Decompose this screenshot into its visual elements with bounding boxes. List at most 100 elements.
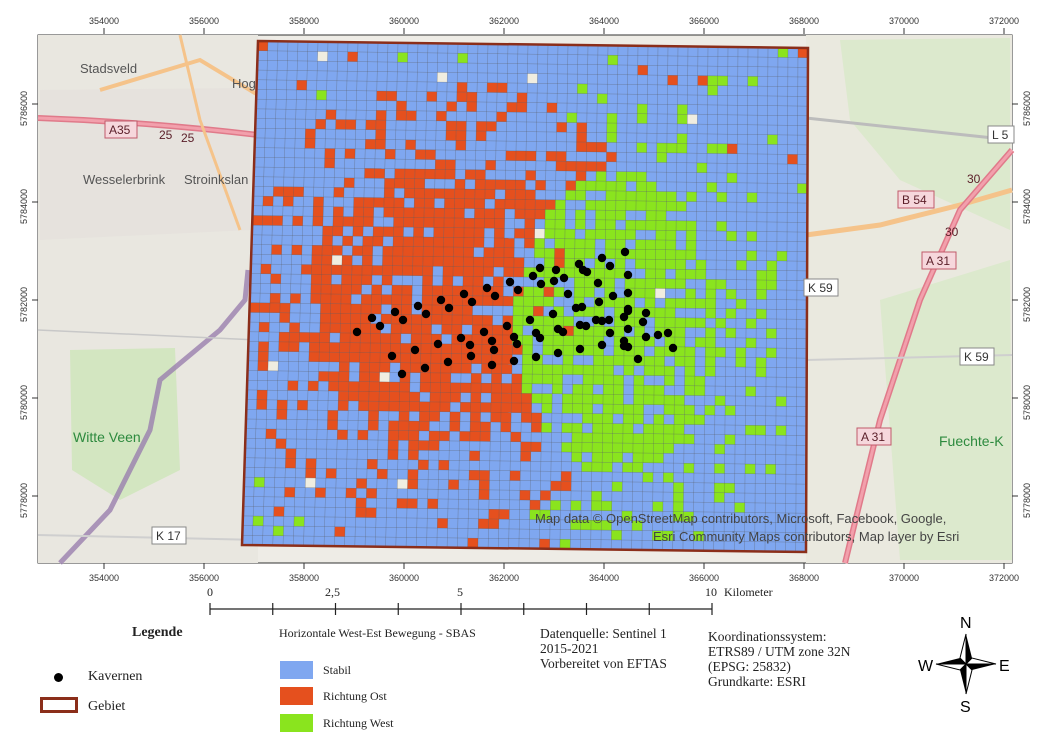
grid-cell	[413, 207, 425, 218]
grid-cell	[269, 293, 281, 304]
grid-cell	[597, 93, 608, 104]
grid-cell	[392, 236, 404, 247]
grid-cell	[479, 480, 490, 490]
grid-cell	[443, 256, 454, 267]
grid-cell	[695, 298, 706, 309]
grid-cell	[402, 246, 414, 257]
grid-cell	[465, 169, 476, 180]
grid-cell	[704, 405, 715, 416]
grid-cell	[339, 361, 350, 372]
grid-cell	[480, 402, 491, 413]
grid-cell	[258, 341, 269, 352]
grid-cell	[442, 276, 453, 286]
grid-cell	[451, 324, 463, 335]
grid-cell	[705, 289, 716, 299]
grid-cell	[636, 191, 647, 202]
grid-cell	[408, 440, 419, 451]
attribution-line1: Map data © OpenStreetMap contributors, M…	[535, 511, 946, 526]
grid-cell	[745, 425, 756, 436]
source-line1: Datenquelle: Sentinel 1	[540, 626, 667, 641]
grid-cell	[645, 268, 656, 279]
grid-cell	[665, 298, 676, 309]
grid-cell	[486, 121, 497, 132]
grid-cell	[381, 294, 392, 305]
y-tick-label-left: 5782000	[19, 287, 29, 322]
grid-cell	[484, 218, 495, 229]
grid-cell	[592, 442, 603, 453]
kaverne-point	[420, 363, 430, 373]
grid-cell	[355, 497, 367, 508]
grid-cell	[421, 295, 433, 305]
grid-cell	[404, 168, 416, 179]
grid-cell	[385, 149, 396, 160]
grid-cell	[535, 180, 546, 191]
source-line3: Vorbereitet von EFTAS	[540, 656, 667, 671]
grid-cell	[308, 351, 320, 362]
grid-cell	[351, 284, 362, 295]
grid-cell	[474, 218, 485, 229]
grid-cell	[685, 288, 696, 299]
grid-cell	[408, 421, 420, 431]
grid-cell	[451, 314, 463, 325]
grid-cell	[715, 279, 727, 290]
grid-cell	[414, 178, 425, 189]
road-label-l5: L 5	[992, 128, 1009, 142]
grid-cell	[521, 393, 532, 404]
grid-cell	[552, 364, 563, 375]
grid-cell	[285, 458, 296, 469]
grid-cell	[583, 365, 594, 375]
grid-cell	[412, 246, 424, 257]
road-label-30a: 30	[967, 172, 981, 186]
grid-cell	[513, 257, 525, 268]
grid-cell	[355, 507, 367, 518]
grid-cell	[456, 92, 467, 102]
grid-cell	[368, 391, 380, 402]
grid-cell	[519, 490, 531, 501]
grid-cell	[403, 207, 415, 218]
grid-cell	[392, 246, 404, 257]
grid-cell	[543, 296, 554, 307]
grid-cell	[500, 402, 512, 413]
grid-cell	[637, 103, 648, 114]
grid-cell	[673, 424, 685, 435]
grid-cell	[654, 307, 666, 318]
grid-cell	[714, 483, 725, 493]
grid-cell	[663, 433, 674, 444]
grid-cell	[363, 216, 374, 227]
grid-cell	[457, 53, 468, 64]
grid-cell	[562, 393, 573, 404]
grid-cell	[581, 461, 592, 472]
grid-cell	[605, 181, 617, 191]
kaverne-point	[352, 327, 362, 337]
grid-cell	[387, 449, 399, 460]
grid-cell	[483, 247, 495, 258]
grid-cell	[582, 403, 593, 414]
grid-cell	[399, 391, 410, 402]
grid-cell	[487, 82, 498, 93]
grid-cell	[541, 422, 552, 433]
grid-cell	[797, 47, 808, 58]
grid-cell	[309, 342, 320, 353]
grid-cell	[632, 443, 644, 454]
grid-cell	[602, 433, 613, 443]
grid-cell	[396, 100, 407, 111]
grid-cell	[575, 190, 586, 201]
grid-cell	[643, 443, 654, 454]
grid-cell	[546, 151, 557, 162]
grid-cell	[616, 181, 627, 192]
grid-cell	[735, 347, 746, 358]
kaverne-point	[375, 321, 385, 331]
grid-cell	[381, 275, 393, 286]
x-tick-label-top: 356000	[189, 16, 219, 26]
grid-cell	[501, 364, 513, 374]
grid-cell	[685, 240, 697, 251]
legend-title: Legende	[132, 625, 183, 640]
grid-cell	[309, 332, 320, 343]
grid-cell	[613, 375, 624, 385]
grid-cell	[333, 187, 345, 198]
grid-cell	[725, 328, 736, 338]
grid-cell	[585, 200, 596, 211]
grid-cell	[655, 230, 666, 241]
grid-cell	[469, 470, 480, 481]
grid-cell	[514, 209, 526, 219]
